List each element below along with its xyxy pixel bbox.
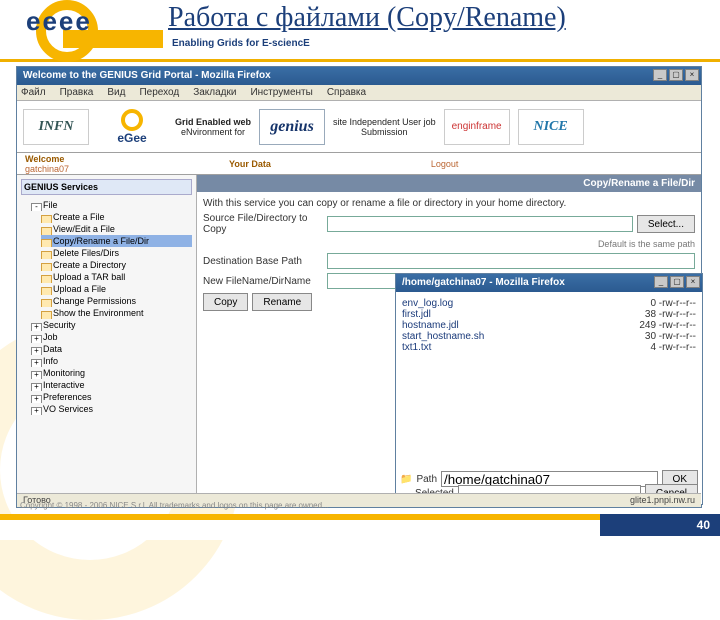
close-button[interactable]: × bbox=[685, 69, 699, 81]
dest-label: Destination Base Path bbox=[203, 256, 323, 267]
minimize-button[interactable]: _ bbox=[653, 69, 667, 81]
file-meta: 30 -rw-r--r-- bbox=[639, 331, 696, 342]
maximize-button[interactable]: ▢ bbox=[669, 69, 683, 81]
menu-help[interactable]: Справка bbox=[327, 87, 366, 98]
popup-title: /home/gatchina07 - Mozilla Firefox bbox=[402, 277, 565, 288]
tree-item-copy-rename[interactable]: Copy/Rename a File/Dir bbox=[41, 235, 192, 247]
file-item[interactable]: start_hostname.sh bbox=[402, 331, 484, 342]
logout-link[interactable]: Logout bbox=[431, 159, 459, 169]
menu-file[interactable]: Файл bbox=[21, 87, 46, 98]
egee-small-logo: eGee bbox=[97, 107, 167, 147]
popup-close-button[interactable]: × bbox=[686, 276, 700, 288]
dest-input[interactable] bbox=[327, 253, 695, 269]
file-item[interactable]: first.jdl bbox=[402, 309, 484, 320]
copyright-text: Copyright © 1998 - 2006 NICE S.r.l. All … bbox=[20, 501, 329, 510]
menu-go[interactable]: Переход bbox=[139, 87, 179, 98]
slide-title: Работа с файлами (Copy/Rename) bbox=[168, 2, 566, 34]
tree-node-prefs[interactable]: Preferences bbox=[31, 391, 192, 403]
select-button[interactable]: Select... bbox=[637, 215, 695, 233]
tree-item-create-dir[interactable]: Create a Directory bbox=[41, 259, 192, 271]
file-meta: 38 -rw-r--r-- bbox=[639, 309, 696, 320]
nice-logo: NICE bbox=[518, 109, 584, 145]
panel-heading: Copy/Rename a File/Dir bbox=[197, 175, 701, 192]
browser-title: Welcome to the GENIUS Grid Portal - Mozi… bbox=[23, 70, 271, 81]
file-meta: 0 -rw-r--r-- bbox=[639, 298, 696, 309]
rename-button[interactable]: Rename bbox=[252, 293, 312, 311]
newname-label: New FileName/DirName bbox=[203, 276, 323, 287]
genius-logo: genius bbox=[259, 109, 325, 145]
tree-node-interactive[interactable]: Interactive bbox=[31, 379, 192, 391]
enginframe-logo: enginframe bbox=[444, 109, 510, 145]
dir-listing[interactable]: env_log.log first.jdl hostname.jdl start… bbox=[396, 292, 702, 442]
tree-item-view-edit[interactable]: View/Edit a File bbox=[41, 223, 192, 235]
portal-banner: INFN eGee Grid Enabled webeNvironment fo… bbox=[17, 101, 701, 153]
file-item[interactable]: env_log.log bbox=[402, 298, 484, 309]
status-right: glite1.pnpi.nw.ru bbox=[630, 495, 695, 506]
page-number: 40 bbox=[600, 514, 720, 536]
menu-view[interactable]: Вид bbox=[107, 87, 125, 98]
src-input[interactable] bbox=[327, 216, 633, 232]
popup-min-button[interactable]: _ bbox=[654, 276, 668, 288]
file-meta: 4 -rw-r--r-- bbox=[639, 342, 696, 353]
welcome-bar: Welcomegatchina07 Your Data Logout bbox=[17, 153, 701, 175]
tree-node-security[interactable]: Security bbox=[31, 319, 192, 331]
file-meta: 249 -rw-r--r-- bbox=[639, 320, 696, 331]
file-browser-popup: /home/gatchina07 - Mozilla Firefox _ ▢ ×… bbox=[395, 273, 703, 505]
browser-menubar: Файл Правка Вид Переход Закладки Инструм… bbox=[17, 85, 701, 101]
tree-node-job[interactable]: Job bbox=[31, 331, 192, 343]
panel-intro: With this service you can copy or rename… bbox=[203, 198, 695, 209]
copy-button[interactable]: Copy bbox=[203, 293, 248, 311]
sidebar: GENIUS Services File Create a File View/… bbox=[17, 175, 197, 493]
acronym-left: Grid Enabled webeNvironment for bbox=[175, 117, 251, 137]
menu-bookmarks[interactable]: Закладки bbox=[193, 87, 236, 98]
tree-item-upload-file[interactable]: Upload a File bbox=[41, 283, 192, 295]
menu-edit[interactable]: Правка bbox=[60, 87, 94, 98]
menu-tools[interactable]: Инструменты bbox=[250, 87, 312, 98]
tree-item-perms[interactable]: Change Permissions bbox=[41, 295, 192, 307]
hint-text: Default is the same path bbox=[598, 239, 695, 249]
your-data-link[interactable]: Your Data bbox=[229, 159, 271, 169]
welcome-text: Welcomegatchina07 bbox=[25, 154, 69, 174]
infn-logo: INFN bbox=[23, 109, 89, 145]
egee-logo: eeee bbox=[8, 2, 158, 57]
nav-tree: File Create a File View/Edit a File Copy… bbox=[21, 199, 192, 415]
browser-window: Welcome to the GENIUS Grid Portal - Mozi… bbox=[16, 66, 702, 508]
window-controls: _ ▢ × bbox=[653, 69, 699, 81]
tree-item-create-file[interactable]: Create a File bbox=[41, 211, 192, 223]
services-title: GENIUS Services bbox=[21, 179, 192, 195]
tree-item-delete[interactable]: Delete Files/Dirs bbox=[41, 247, 192, 259]
tree-node-file[interactable]: File bbox=[31, 199, 192, 211]
portal-main: GENIUS Services File Create a File View/… bbox=[17, 175, 701, 493]
tree-node-info[interactable]: Info bbox=[31, 355, 192, 367]
popup-max-button[interactable]: ▢ bbox=[670, 276, 684, 288]
file-item[interactable]: txt1.txt bbox=[402, 342, 484, 353]
slide-footer: 40 bbox=[0, 514, 720, 540]
src-label: Source File/Directory to Copy bbox=[203, 213, 323, 235]
browser-titlebar[interactable]: Welcome to the GENIUS Grid Portal - Mozi… bbox=[17, 67, 701, 85]
slide-header: eeee Работа с файлами (Copy/Rename) Enab… bbox=[0, 0, 720, 62]
slide-tagline: Enabling Grids for E-sciencE bbox=[172, 38, 310, 49]
tree-item-upload-tar[interactable]: Upload a TAR ball bbox=[41, 271, 192, 283]
tree-node-monitoring[interactable]: Monitoring bbox=[31, 367, 192, 379]
tree-item-env[interactable]: Show the Environment bbox=[41, 307, 192, 319]
content-panel: Copy/Rename a File/Dir With this service… bbox=[197, 175, 701, 493]
file-item[interactable]: hostname.jdl bbox=[402, 320, 484, 331]
tree-node-vo[interactable]: VO Services bbox=[31, 403, 192, 415]
popup-titlebar[interactable]: /home/gatchina07 - Mozilla Firefox _ ▢ × bbox=[396, 274, 702, 292]
acronym-right: site Independent User jobSubmission bbox=[333, 117, 436, 137]
tree-node-data[interactable]: Data bbox=[31, 343, 192, 355]
